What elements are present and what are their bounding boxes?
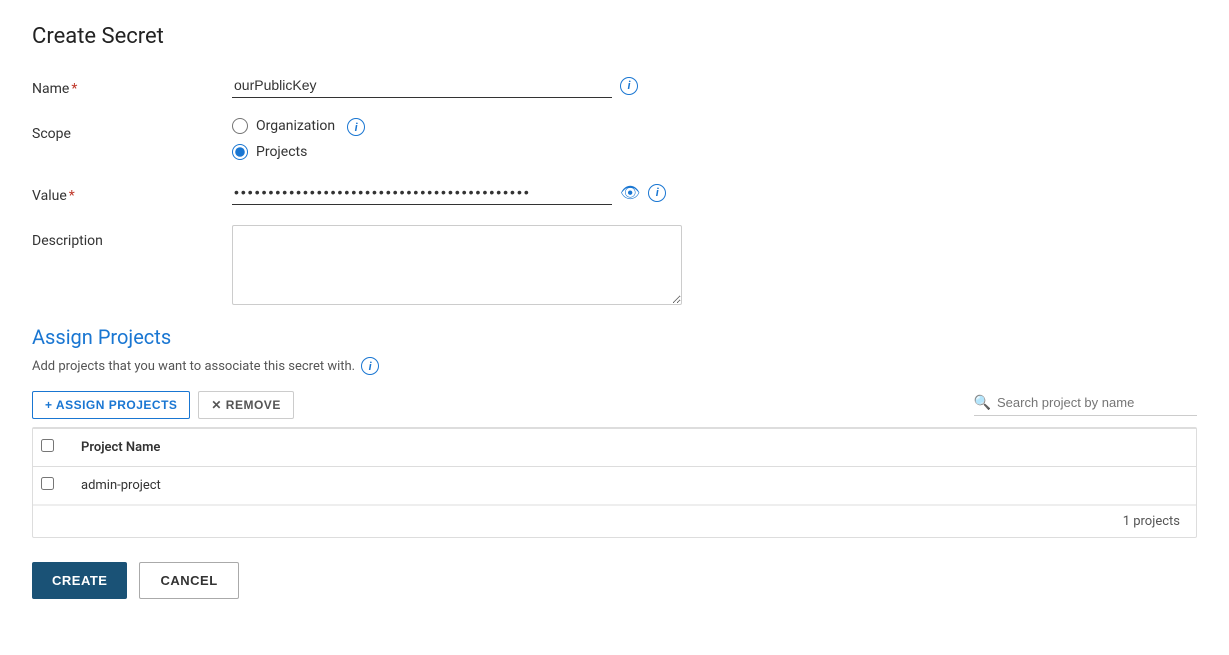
scope-radio-organization[interactable] — [232, 118, 248, 134]
search-icon: 🔍 — [974, 395, 991, 411]
scope-radio-group: Organization Projects — [232, 118, 335, 160]
scope-wrap: Organization Projects i — [232, 118, 365, 160]
description-label: Description — [32, 225, 232, 249]
projects-toolbar: + ASSIGN PROJECTS ✕ REMOVE 🔍 — [32, 391, 1197, 419]
description-row: Description — [32, 225, 1197, 305]
value-info-icon[interactable]: i — [648, 184, 666, 202]
scope-radio-projects[interactable] — [232, 144, 248, 160]
scope-option-projects[interactable]: Projects — [232, 144, 335, 160]
scope-option-organization[interactable]: Organization — [232, 118, 335, 134]
page-title: Create Secret — [32, 24, 1197, 49]
row-project-name: admin-project — [73, 467, 1196, 505]
name-label: Name* — [32, 73, 232, 97]
table-footer: 1 projects — [33, 505, 1196, 537]
cancel-button[interactable]: CANCEL — [139, 562, 238, 599]
scope-projects-label: Projects — [256, 144, 307, 160]
name-field-wrap: i — [232, 73, 1197, 98]
scope-info-icon[interactable]: i — [347, 118, 365, 136]
assign-info-icon[interactable]: i — [361, 357, 379, 375]
assign-projects-desc: Add projects that you want to associate … — [32, 357, 1197, 375]
name-input[interactable] — [232, 73, 612, 98]
value-label: Value* — [32, 180, 232, 204]
description-input[interactable] — [232, 225, 682, 305]
header-project-name: Project Name — [73, 429, 1196, 467]
value-field-wrap: 👁 i — [232, 180, 1197, 205]
search-wrap: 🔍 — [974, 395, 1197, 416]
value-input[interactable] — [232, 180, 612, 205]
password-wrap: 👁 i — [232, 180, 666, 205]
projects-table: Project Name admin-project — [33, 428, 1196, 505]
remove-button[interactable]: ✕ REMOVE — [198, 391, 293, 419]
name-row: Name* i — [32, 73, 1197, 98]
select-all-checkbox[interactable] — [41, 439, 54, 452]
scope-row: Scope Organization Projects i — [32, 118, 1197, 160]
assign-projects-button[interactable]: + ASSIGN PROJECTS — [32, 391, 190, 419]
table-header-row: Project Name — [33, 429, 1196, 467]
value-row: Value* 👁 i — [32, 180, 1197, 205]
create-button[interactable]: CREATE — [32, 562, 127, 599]
description-field-wrap — [232, 225, 1197, 305]
assign-projects-title: Assign Projects — [32, 325, 1197, 349]
header-checkbox-cell — [33, 429, 73, 467]
assign-projects-section: Assign Projects Add projects that you wa… — [32, 325, 1197, 538]
row-checkbox[interactable] — [41, 477, 54, 490]
search-input[interactable] — [997, 395, 1197, 410]
projects-table-container: Project Name admin-project 1 projects — [32, 427, 1197, 538]
name-info-icon[interactable]: i — [620, 77, 638, 95]
toggle-visibility-icon[interactable]: 👁 — [620, 183, 640, 202]
scope-organization-label: Organization — [256, 118, 335, 134]
action-buttons: CREATE CANCEL — [32, 562, 1197, 599]
table-row: admin-project — [33, 467, 1196, 505]
row-checkbox-cell — [33, 467, 73, 505]
scope-label: Scope — [32, 118, 232, 142]
toolbar-left: + ASSIGN PROJECTS ✕ REMOVE — [32, 391, 294, 419]
